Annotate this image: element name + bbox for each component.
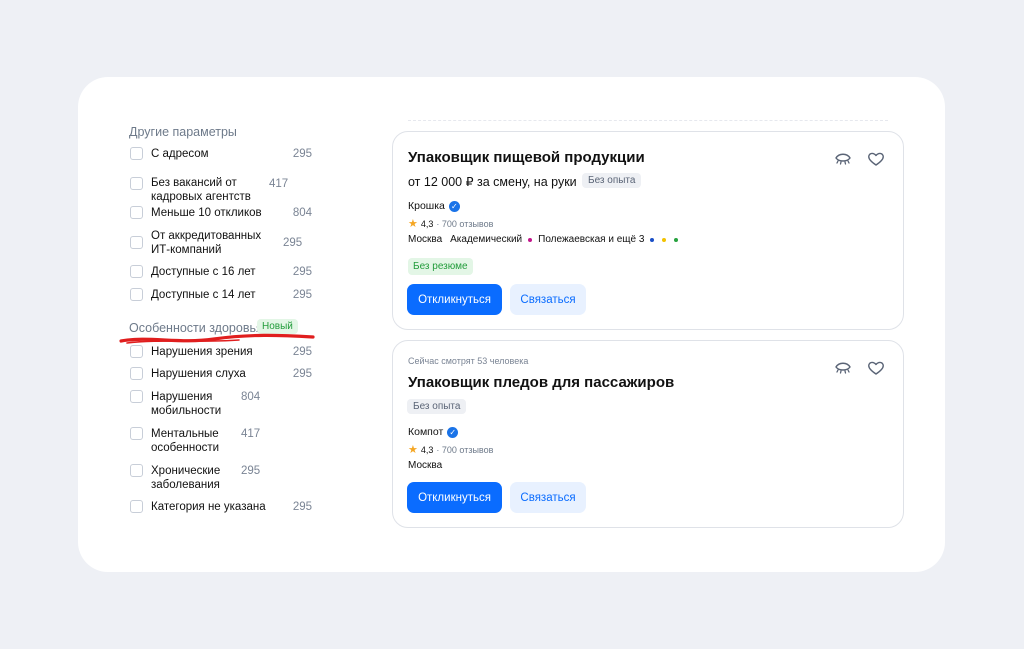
filter-label: Нарушения слуха xyxy=(151,368,246,380)
company-row[interactable]: Крошка ✓ xyxy=(408,200,460,212)
filter-count: 295 xyxy=(283,237,303,249)
vacancy-title[interactable]: Упаковщик пледов для пассажиров xyxy=(408,374,674,391)
filter-item-chronic[interactable]: Хронические заболевания 295 xyxy=(130,464,312,492)
location-row: Москва xyxy=(408,460,442,471)
filter-label: Доступные с 14 лет xyxy=(151,289,256,301)
verified-icon: ✓ xyxy=(447,426,459,438)
filter-item-no-agencies[interactable]: Без вакансий от кадровых агентств 417 xyxy=(130,176,312,204)
metro-dot xyxy=(650,237,655,242)
filter-item-few-responses[interactable]: Меньше 10 откликов 804 xyxy=(130,206,312,220)
filter-label: Хронические заболевания xyxy=(151,465,221,491)
filter-count: 295 xyxy=(292,346,312,358)
filter-count: 804 xyxy=(241,391,261,403)
city: Москва xyxy=(408,234,443,245)
apply-button[interactable]: Откликнуться xyxy=(407,482,502,513)
apply-button[interactable]: Откликнуться xyxy=(407,284,502,315)
metro-station: Полежаевская и ещё 3 xyxy=(538,234,645,245)
checkbox[interactable] xyxy=(130,206,143,219)
star-icon: ★ xyxy=(408,444,418,456)
filter-label: Нарушения мобильности xyxy=(151,391,222,417)
contact-button[interactable]: Связаться xyxy=(510,284,586,315)
filter-label: Доступные с 16 лет xyxy=(151,266,256,278)
checkbox[interactable] xyxy=(130,177,143,190)
filter-label: Меньше 10 откликов xyxy=(151,207,262,219)
experience-tag: Без опыта xyxy=(582,173,642,188)
reviews-count[interactable]: · 700 отзывов xyxy=(436,219,493,229)
checkbox[interactable] xyxy=(130,265,143,278)
filter-item-mental[interactable]: Ментальные особенности 417 xyxy=(130,427,312,455)
red-underline-annotation xyxy=(119,333,315,344)
metro-dot xyxy=(662,237,667,242)
filter-item-accredited-it[interactable]: От аккредитованных ИТ-компаний 295 xyxy=(130,229,312,257)
verified-icon: ✓ xyxy=(448,200,460,212)
filter-count: 295 xyxy=(292,289,312,301)
checkbox[interactable] xyxy=(130,390,143,403)
vacancy-title[interactable]: Упаковщик пищевой продукции xyxy=(408,149,645,166)
filter-section-title-other: Другие параметры xyxy=(129,125,237,139)
filter-label: От аккредитованных ИТ-компаний xyxy=(151,230,262,256)
checkbox[interactable] xyxy=(130,500,143,513)
filter-count: 804 xyxy=(292,207,312,219)
filter-label: Нарушения зрения xyxy=(151,346,253,358)
hide-eye-icon[interactable] xyxy=(834,359,852,377)
salary: от 12 000 ₽ за смену, на руки xyxy=(408,175,577,189)
filter-item-from-14[interactable]: Доступные с 14 лет 295 xyxy=(130,288,312,302)
filter-item-with-address[interactable]: С адресом 295 xyxy=(130,147,312,161)
checkbox[interactable] xyxy=(130,427,143,440)
checkbox[interactable] xyxy=(130,288,143,301)
metro-station: Академический xyxy=(450,234,523,245)
vacancy-card[interactable]: Упаковщик пищевой продукции от 12 000 ₽ … xyxy=(392,131,904,330)
heart-icon[interactable] xyxy=(867,150,885,168)
vacancy-card[interactable]: Сейчас смотрят 53 человека Упаковщик пле… xyxy=(392,340,904,528)
filter-count: 295 xyxy=(241,465,261,477)
no-resume-badge: Без резюме xyxy=(408,258,473,275)
metro-dot xyxy=(528,237,533,242)
checkbox[interactable] xyxy=(130,464,143,477)
rating-value: 4,3 xyxy=(420,218,434,229)
filter-label: Ментальные особенности xyxy=(151,428,220,454)
filter-item-mobility[interactable]: Нарушения мобильности 804 xyxy=(130,390,312,418)
rating-row: ★ 4,3 · 700 отзывов xyxy=(408,443,493,456)
company-name[interactable]: Крошка xyxy=(408,200,445,212)
star-icon: ★ xyxy=(408,218,418,230)
heart-icon[interactable] xyxy=(867,359,885,377)
metro-dot xyxy=(674,237,679,242)
contact-button[interactable]: Связаться xyxy=(510,482,586,513)
hide-eye-icon[interactable] xyxy=(834,150,852,168)
filter-count: 295 xyxy=(292,266,312,278)
filter-count: 295 xyxy=(292,148,312,160)
experience-tag: Без опыта xyxy=(407,399,467,414)
checkbox[interactable] xyxy=(130,147,143,160)
filter-item-hearing[interactable]: Нарушения слуха 295 xyxy=(130,367,312,381)
city: Москва xyxy=(408,460,443,471)
checkbox[interactable] xyxy=(130,236,143,249)
company-row[interactable]: Компот ✓ xyxy=(408,426,459,438)
filter-label: Без вакансий от кадровых агентств xyxy=(151,177,251,203)
divider xyxy=(408,120,888,121)
filter-count: 417 xyxy=(269,178,289,190)
filter-item-vision[interactable]: Нарушения зрения 295 xyxy=(130,345,312,359)
checkbox[interactable] xyxy=(130,345,143,358)
filter-count: 417 xyxy=(241,428,261,440)
company-name[interactable]: Компот xyxy=(408,426,443,438)
filter-count: 295 xyxy=(292,501,312,513)
reviews-count[interactable]: · 700 отзывов xyxy=(436,445,493,455)
rating-value: 4,3 xyxy=(420,444,434,455)
rating-row: ★ 4,3 · 700 отзывов xyxy=(408,217,493,230)
location-row: Москва Академический Полежаевская и ещё … xyxy=(408,234,684,245)
filter-item-from-16[interactable]: Доступные с 16 лет 295 xyxy=(130,265,312,279)
watching-count: Сейчас смотрят 53 человека xyxy=(408,356,529,366)
filter-item-not-specified[interactable]: Категория не указана 295 xyxy=(130,500,312,514)
filter-count: 295 xyxy=(292,368,312,380)
filter-label: Категория не указана xyxy=(151,501,266,513)
checkbox[interactable] xyxy=(130,367,143,380)
filter-label: С адресом xyxy=(151,148,209,160)
